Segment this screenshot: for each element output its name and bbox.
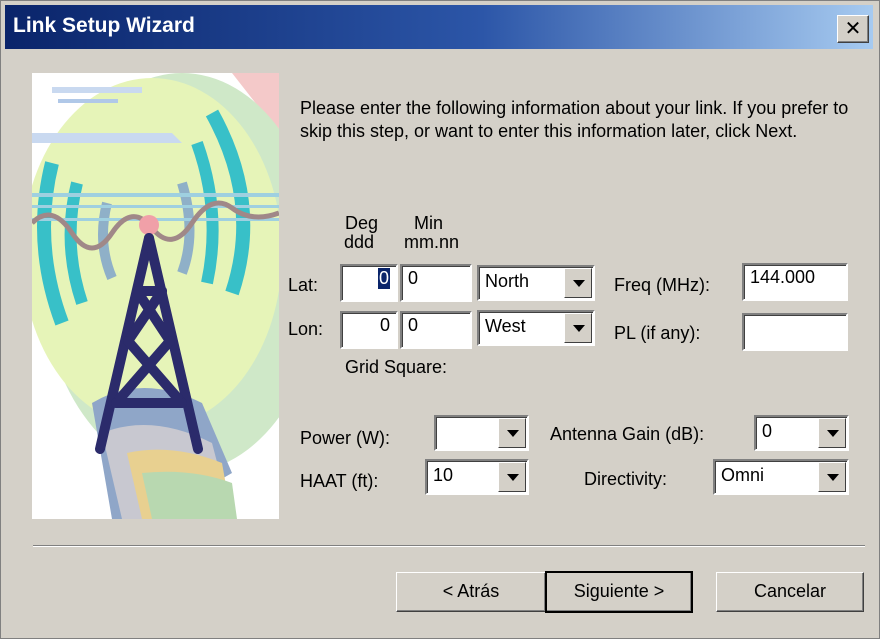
min-subheader: mm.nn: [404, 232, 460, 252]
grid-square-label: Grid Square:: [345, 357, 448, 377]
deg-subheader: ddd: [344, 232, 375, 252]
freq-label: Freq (MHz):: [614, 275, 710, 295]
antenna-gain-value: 0: [762, 421, 773, 441]
pl-label: PL (if any):: [614, 323, 701, 343]
lon-direction-select[interactable]: West: [477, 310, 595, 346]
directivity-select[interactable]: Omni: [713, 459, 849, 495]
directivity-label: Directivity:: [584, 469, 668, 489]
separator: [33, 545, 865, 547]
dropdown-arrow-icon[interactable]: [498, 462, 526, 492]
dropdown-arrow-icon[interactable]: [818, 418, 846, 448]
freq-input[interactable]: 144.000: [742, 263, 848, 301]
haat-value: 10: [433, 465, 454, 485]
close-button[interactable]: ✕: [837, 15, 869, 43]
power-label: Power (W):: [300, 428, 390, 448]
lon-min-input[interactable]: 0: [400, 311, 472, 349]
haat-select[interactable]: 10: [425, 459, 529, 495]
tower-graphic: [32, 73, 279, 519]
dropdown-arrow-icon[interactable]: [564, 313, 592, 343]
pl-input[interactable]: [742, 313, 848, 351]
radio-tower-illustration: [32, 73, 279, 519]
antenna-gain-label: Antenna Gain (dB):: [550, 424, 705, 444]
lat-direction-value: North: [485, 271, 530, 291]
next-button[interactable]: Siguiente >: [545, 571, 693, 613]
window-title: Link Setup Wizard: [13, 14, 195, 37]
link-setup-wizard-dialog: Link Setup Wizard ✕ Please enter the fol…: [0, 0, 880, 639]
lon-label: Lon:: [288, 319, 324, 339]
intro-text: Please enter the following information a…: [300, 98, 849, 141]
lon-deg-input[interactable]: 0: [340, 311, 398, 349]
lat-label: Lat:: [288, 275, 319, 295]
title-bar: Link Setup Wizard ✕: [5, 5, 873, 49]
deg-header: Deg: [345, 213, 379, 233]
back-button[interactable]: < Atrás: [396, 572, 546, 612]
lat-deg-input[interactable]: 0: [340, 264, 398, 302]
min-header: Min: [414, 213, 444, 233]
antenna-gain-select[interactable]: 0: [754, 415, 849, 451]
cancel-button[interactable]: Cancelar: [716, 572, 864, 612]
dropdown-arrow-icon[interactable]: [498, 418, 526, 448]
lat-direction-select[interactable]: North: [477, 265, 595, 301]
power-select[interactable]: [434, 415, 529, 451]
lon-direction-value: West: [485, 316, 526, 336]
dropdown-arrow-icon[interactable]: [564, 268, 592, 298]
directivity-value: Omni: [721, 465, 765, 485]
dropdown-arrow-icon[interactable]: [818, 462, 846, 492]
lat-min-input[interactable]: 0: [400, 264, 472, 302]
haat-label: HAAT (ft):: [300, 471, 379, 491]
lat-deg-value: 0: [377, 268, 390, 289]
